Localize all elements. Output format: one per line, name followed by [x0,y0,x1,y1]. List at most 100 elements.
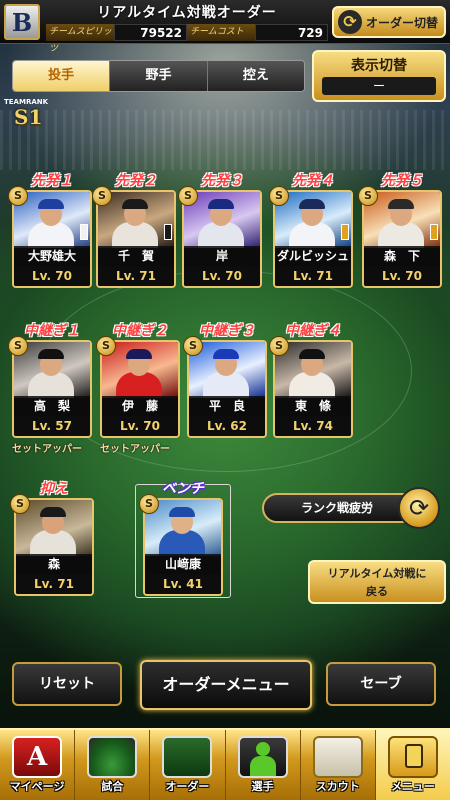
player-card[interactable]: 伊 藤 Lv. 70 [100,340,180,438]
page-title: リアルタイム対戦オーダー [97,5,277,21]
cycle-icon: ⟳ [338,10,362,34]
position-tabs: 投手 野手 控え [12,60,305,92]
reliever-slot[interactable]: 中継ぎ１ S 高 梨 Lv. 57 セットアッパー [8,323,92,455]
s-rank-badge-icon: S [178,186,198,206]
player-card[interactable]: 千 賀 Lv. 71 [96,190,176,288]
player-card[interactable]: 高 梨 Lv. 57 [12,340,92,438]
player-card[interactable]: 大野雄大 Lv. 70 [12,190,92,288]
nav-order[interactable]: オーダー [150,730,226,800]
nav-scout[interactable]: スカウト [301,730,376,800]
player-level: Lv. 70 [102,416,178,436]
player-card[interactable]: 東 條 Lv. 74 [273,340,353,438]
s-rank-badge-icon: S [10,494,30,514]
player-name: 岸 [184,246,260,266]
order-switch-label: オーダー切替 [366,15,439,30]
save-button[interactable]: セーブ [326,662,436,706]
player-name: 伊 藤 [102,396,178,416]
player-level: Lv. 57 [14,416,90,436]
order-switch-button[interactable]: ⟳ オーダー切替 [332,6,446,38]
nav-label: オーダー [165,780,210,793]
team-rank-value: S1 [14,105,43,129]
rank-fatigue-button[interactable]: ランク戦疲労 [262,493,412,523]
nav-menu[interactable]: メニュー [375,730,450,800]
s-rank-badge-icon: S [183,336,203,356]
nav-player[interactable]: 選手 [226,730,301,800]
starter-slot[interactable]: 先発３ S 岸 Lv. 70 [178,173,262,288]
s-rank-badge-icon: S [139,494,159,514]
fatigue-indicator [164,224,172,240]
player-level: Lv. 71 [16,574,92,594]
fatigue-indicator [430,224,438,240]
team-cost-value: 729 [255,24,328,41]
closer-slot[interactable]: 抑え S 森 Lv. 71 [10,481,94,596]
player-name: 高 梨 [14,396,90,416]
team-rank: TEAMRANK S1 [4,98,50,138]
fatigue-cycle-icon[interactable]: ⟳ [398,487,440,529]
nav-label: 試合 [101,780,124,793]
player-card[interactable]: 森 下 Lv. 70 [362,190,442,288]
bench-slot[interactable]: ベンチ S 山﨑康 Lv. 41 [139,481,223,596]
s-rank-badge-icon: S [96,336,116,356]
s-rank-badge-icon: S [269,336,289,356]
team-spirit-label: チームスピリッツ [46,24,114,54]
nav-label: メニュー [390,780,435,793]
display-toggle-value: ー [322,77,436,95]
nav-label: 選手 [251,780,274,793]
order-menu-button[interactable]: オーダーメニュー [140,660,312,710]
player-level: Lv. 71 [98,266,174,286]
starter-slot[interactable]: 先発４ S ダルビッシュ Lv. 71 [269,173,353,288]
mypage-icon: A [12,736,63,778]
player-level: Lv. 70 [184,266,260,286]
player-name: ダルビッシュ [275,246,351,266]
player-card[interactable]: 森 Lv. 71 [14,498,94,596]
tab-pitcher[interactable]: 投手 [13,61,111,91]
player-level: Lv. 62 [189,416,265,436]
display-toggle-button[interactable]: 表示切替 ー [312,50,446,102]
s-rank-badge-icon: S [358,186,378,206]
s-rank-badge-icon: S [8,186,28,206]
player-icon [237,736,288,778]
player-level: Lv. 74 [275,416,351,436]
back-button-line1: リアルタイム対戦に [327,567,427,580]
s-rank-badge-icon: S [92,186,112,206]
starter-slot[interactable]: 先発５ S 森 下 Lv. 70 [358,173,442,288]
fatigue-indicator [80,224,88,240]
scout-icon [312,736,363,778]
display-toggle-label: 表示切替 [351,58,407,74]
back-button-line2: 戻る [366,585,388,598]
s-rank-badge-icon: S [8,336,28,356]
reset-button[interactable]: リセット [12,662,122,706]
order-icon [162,736,213,778]
nav-label: スカウト [315,780,360,793]
reliever-slot[interactable]: 中継ぎ２ S 伊 藤 Lv. 70 セットアッパー [96,323,180,455]
starter-slot[interactable]: 先発１ S 大野雄大 Lv. 70 [8,173,92,288]
back-to-realtime-button[interactable]: リアルタイム対戦に 戻る [308,560,446,604]
team-spirit-value: 79522 [114,24,187,41]
player-name: 平 良 [189,396,265,416]
tab-reserve[interactable]: 控え [207,61,304,91]
team-logo: B [4,4,40,40]
reliever-slot[interactable]: 中継ぎ３ S 平 良 Lv. 62 [183,323,267,438]
nav-game[interactable]: 試合 [75,730,151,800]
order-actions: リセット オーダーメニュー セーブ [12,660,438,712]
player-card[interactable]: ダルビッシュ Lv. 71 [273,190,353,288]
player-card[interactable]: 平 良 Lv. 62 [187,340,267,438]
player-name: 東 條 [275,396,351,416]
player-level: Lv. 71 [275,266,351,286]
nav-mypage[interactable]: A マイページ [0,730,76,800]
team-stats: チームスピリッツ 79522 チームコスト 729 [46,24,328,54]
player-level: Lv. 70 [364,266,440,286]
nav-label: マイページ [9,780,65,793]
fatigue-indicator [341,224,349,240]
menu-icon [387,736,438,778]
bottom-nav: A マイページ 試合 オーダー 選手 スカウト メニュー [0,728,450,800]
tab-fielder[interactable]: 野手 [110,61,208,91]
team-cost-label: チームコスト [187,24,255,41]
player-card[interactable]: 岸 Lv. 70 [182,190,262,288]
starter-slot[interactable]: 先発２ S 千 賀 Lv. 71 [92,173,176,288]
reliever-slot[interactable]: 中継ぎ４ S 東 條 Lv. 74 [269,323,353,438]
player-name: 森 [16,554,92,574]
header: B リアルタイム対戦オーダー チームスピリッツ 79522 チームコスト 729… [0,0,450,54]
player-card[interactable]: 山﨑康 Lv. 41 [143,498,223,596]
player-name: 千 賀 [98,246,174,266]
